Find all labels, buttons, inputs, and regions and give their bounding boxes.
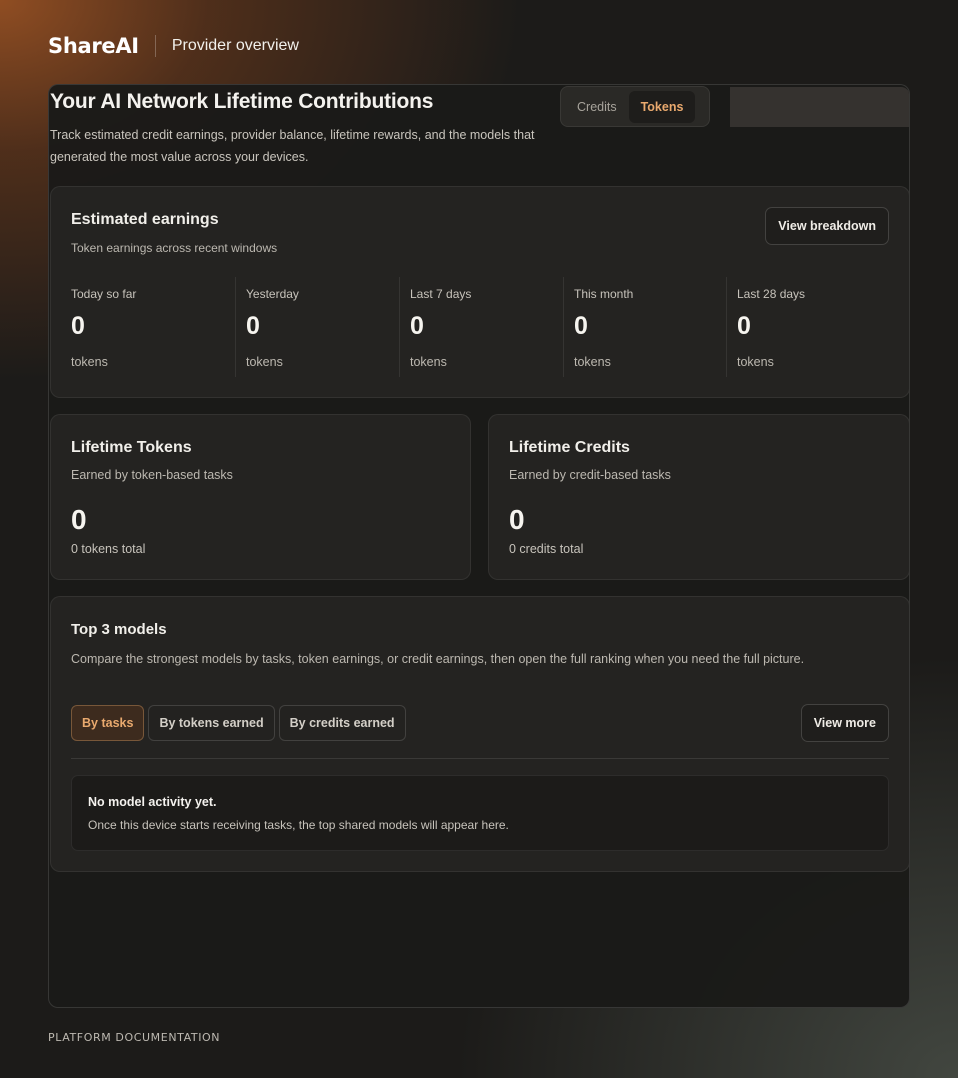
lifetime-tokens-total: 0 tokens total xyxy=(71,542,146,556)
lifetime-credits-total: 0 credits total xyxy=(509,542,584,556)
estimated-earnings-card: Estimated earnings Token earnings across… xyxy=(50,186,909,398)
brand-logo[interactable]: ShareAI xyxy=(48,34,139,58)
stat-unit: tokens xyxy=(410,355,447,369)
filter-by-credits-earned[interactable]: By credits earned xyxy=(278,705,406,741)
credits-tokens-toggle: Credits Tokens xyxy=(560,86,710,127)
overview-panel: Your AI Network Lifetime Contributions T… xyxy=(48,84,910,1008)
top-models-description: Compare the strongest models by tasks, t… xyxy=(71,652,805,666)
lifetime-credits-title: Lifetime Credits xyxy=(509,439,630,456)
empty-state-description: Once this device starts receiving tasks,… xyxy=(88,818,509,832)
page-title: Your AI Network Lifetime Contributions xyxy=(50,90,434,113)
stat-unit: tokens xyxy=(574,355,611,369)
stat-label: This month xyxy=(574,287,634,301)
stat-label: Today so far xyxy=(71,287,137,301)
top-models-card: Top 3 models Compare the strongest model… xyxy=(50,596,909,872)
lifetime-tokens-subtitle: Earned by token-based tasks xyxy=(71,468,233,482)
page-description: Track estimated credit earnings, provide… xyxy=(50,128,535,164)
view-breakdown-button[interactable]: View breakdown xyxy=(765,207,889,245)
stat-last-28-days: Last 28 days 0 tokens xyxy=(726,277,889,377)
filter-by-tasks[interactable]: By tasks xyxy=(71,705,145,741)
empty-state-title: No model activity yet. xyxy=(88,795,217,809)
toggle-tokens[interactable]: Tokens xyxy=(628,90,696,123)
view-more-button[interactable]: View more xyxy=(800,704,889,742)
stat-last-7-days: Last 7 days 0 tokens xyxy=(399,277,563,377)
panel-header-strip xyxy=(730,87,909,127)
section-divider xyxy=(71,758,889,759)
stat-label: Last 28 days xyxy=(737,287,806,301)
page-label: Provider overview xyxy=(171,37,299,54)
lifetime-tokens-card: Lifetime Tokens Earned by token-based ta… xyxy=(50,414,471,580)
stat-value: 0 xyxy=(574,312,588,340)
stat-label: Last 7 days xyxy=(410,287,472,301)
stat-unit: tokens xyxy=(246,355,283,369)
stat-unit: tokens xyxy=(71,355,108,369)
header-divider xyxy=(154,35,156,57)
model-ranking-filters: By tasks By tokens earned By credits ear… xyxy=(71,705,406,741)
stat-value: 0 xyxy=(71,312,85,340)
lifetime-credits-value: 0 xyxy=(509,504,525,535)
lifetime-credits-card: Lifetime Credits Earned by credit-based … xyxy=(488,414,909,580)
stat-value: 0 xyxy=(410,312,424,340)
stat-today: Today so far 0 tokens xyxy=(71,277,235,377)
lifetime-tokens-title: Lifetime Tokens xyxy=(71,439,192,456)
lifetime-credits-subtitle: Earned by credit-based tasks xyxy=(509,468,671,482)
lifetime-tokens-value: 0 xyxy=(71,504,87,535)
estimated-earnings-title: Estimated earnings xyxy=(71,211,219,228)
top-models-title: Top 3 models xyxy=(71,621,167,638)
top-bar: ShareAI Provider overview xyxy=(48,33,299,59)
toggle-credits[interactable]: Credits xyxy=(565,91,629,123)
stat-unit: tokens xyxy=(737,355,774,369)
estimated-earnings-subtitle: Token earnings across recent windows xyxy=(71,241,278,255)
stat-value: 0 xyxy=(246,312,260,340)
filter-by-tokens-earned[interactable]: By tokens earned xyxy=(148,705,275,741)
stat-yesterday: Yesterday 0 tokens xyxy=(235,277,399,377)
stat-label: Yesterday xyxy=(246,287,299,301)
stat-value: 0 xyxy=(737,312,751,340)
earnings-stats: Today so far 0 tokens Yesterday 0 tokens… xyxy=(71,277,889,377)
platform-documentation-link[interactable]: PLATFORM DOCUMENTATION xyxy=(48,1031,220,1044)
empty-state: No model activity yet. Once this device … xyxy=(71,775,889,851)
stat-this-month: This month 0 tokens xyxy=(563,277,726,377)
